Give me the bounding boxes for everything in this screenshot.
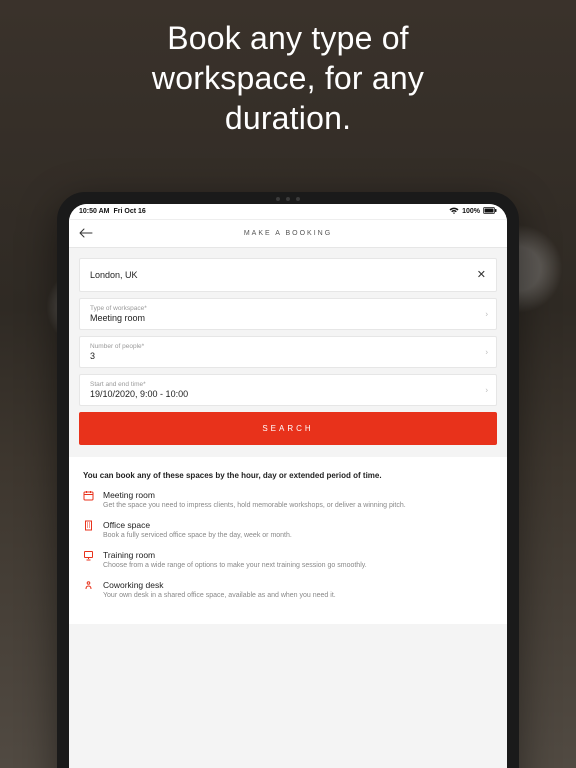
status-time: 10:50 AM [79, 208, 109, 215]
hero-text: Book any type of workspace, for any dura… [0, 18, 576, 138]
type-name: Training room [103, 550, 367, 560]
status-battery-text: 100% [462, 208, 480, 215]
location-field[interactable]: London, UK ✕ [79, 258, 497, 292]
datetime-field[interactable]: Start and end time* 19/10/2020, 9:00 - 1… [79, 374, 497, 406]
chevron-right-icon: › [485, 348, 488, 357]
type-name: Office space [103, 520, 292, 530]
tablet-frame: 10:50 AM Fri Oct 16 100% MAKE A [57, 192, 519, 768]
presentation-icon [83, 550, 95, 570]
app-background: Book any type of workspace, for any dura… [0, 0, 576, 768]
back-button[interactable] [79, 227, 93, 241]
chevron-right-icon: › [485, 310, 488, 319]
search-button[interactable]: SEARCH [79, 412, 497, 445]
status-bar: 10:50 AM Fri Oct 16 100% [69, 204, 507, 220]
desk-icon [83, 580, 95, 600]
search-button-label: SEARCH [262, 424, 313, 433]
datetime-label: Start and end time* [90, 381, 486, 388]
people-value: 3 [90, 351, 486, 361]
type-desc: Your own desk in a shared office space, … [103, 591, 336, 600]
workspace-type-item: Office space Book a fully serviced offic… [83, 520, 493, 540]
calendar-icon [83, 490, 95, 510]
location-value: London, UK [90, 270, 138, 280]
battery-icon [483, 207, 497, 216]
booking-form: London, UK ✕ Type of workspace* Meeting … [69, 248, 507, 457]
type-desc: Choose from a wide range of options to m… [103, 561, 367, 570]
device-camera-notch [258, 197, 318, 201]
type-name: Meeting room [103, 490, 406, 500]
clear-location-button[interactable]: ✕ [477, 270, 486, 281]
workspace-type-label: Type of workspace* [90, 305, 486, 312]
info-intro-text: You can book any of these spaces by the … [83, 471, 493, 480]
chevron-right-icon: › [485, 386, 488, 395]
workspace-type-item: Coworking desk Your own desk in a shared… [83, 580, 493, 600]
workspace-type-item: Meeting room Get the space you need to i… [83, 490, 493, 510]
people-label: Number of people* [90, 343, 486, 350]
screen: 10:50 AM Fri Oct 16 100% MAKE A [69, 204, 507, 768]
hero-line-2: workspace, for any [0, 58, 576, 98]
wifi-icon [449, 207, 459, 217]
building-icon [83, 520, 95, 540]
workspace-type-field[interactable]: Type of workspace* Meeting room › [79, 298, 497, 330]
hero-line-1: Book any type of [0, 18, 576, 58]
status-date: Fri Oct 16 [113, 208, 145, 215]
type-name: Coworking desk [103, 580, 336, 590]
type-desc: Get the space you need to impress client… [103, 501, 406, 510]
type-desc: Book a fully serviced office space by th… [103, 531, 292, 540]
info-section: You can book any of these spaces by the … [69, 457, 507, 624]
nav-bar: MAKE A BOOKING [69, 220, 507, 248]
datetime-value: 19/10/2020, 9:00 - 10:00 [90, 389, 486, 399]
workspace-type-value: Meeting room [90, 313, 486, 323]
page-title: MAKE A BOOKING [244, 230, 332, 237]
workspace-type-item: Training room Choose from a wide range o… [83, 550, 493, 570]
people-field[interactable]: Number of people* 3 › [79, 336, 497, 368]
hero-line-3: duration. [0, 98, 576, 138]
